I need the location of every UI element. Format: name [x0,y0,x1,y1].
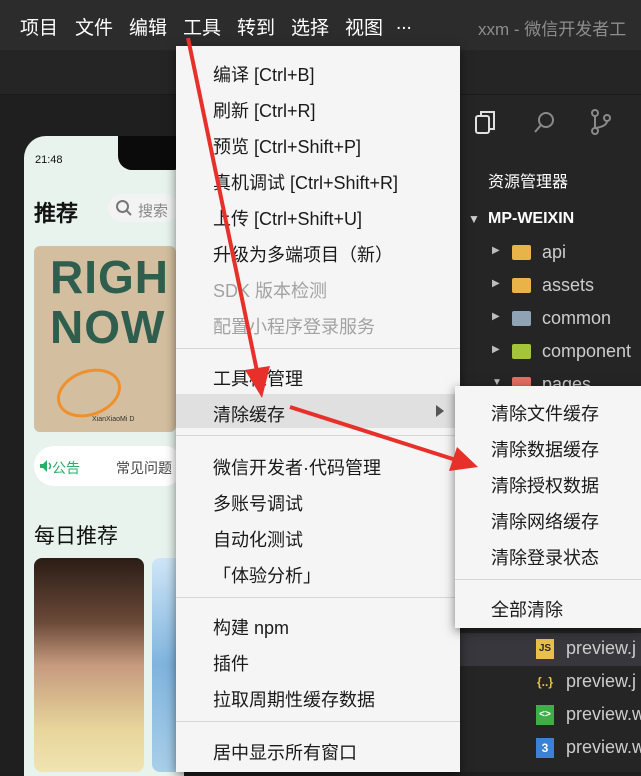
annotation-arrowhead [245,366,270,398]
annotation-arrow-line [186,37,260,377]
annotation-arrows [186,37,478,471]
annotation-arrow-line [289,405,457,462]
annotation-arrowhead [449,447,478,471]
